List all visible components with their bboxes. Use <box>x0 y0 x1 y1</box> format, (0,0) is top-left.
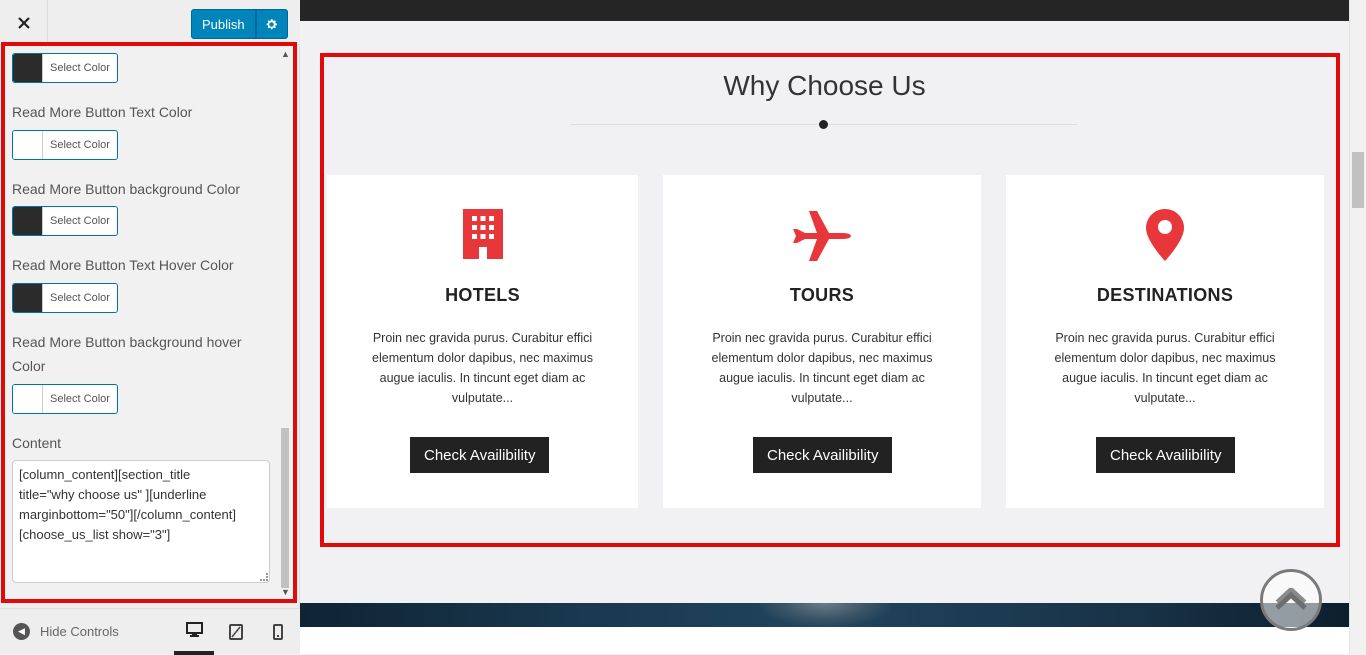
control-label: Read More Button background Color <box>12 181 241 197</box>
preview-desktop-button[interactable] <box>174 609 214 655</box>
hide-controls-button[interactable]: ◀ Hide Controls <box>13 623 119 640</box>
sidebar-scrollbar[interactable]: ▲ ▼ <box>279 46 291 599</box>
customizer-sidebar: Publish Select Color Read More Button Te… <box>0 0 300 655</box>
header-strip <box>300 0 1349 21</box>
sidebar-scrollbar-thumb[interactable] <box>281 428 289 588</box>
color-swatch <box>13 54 43 82</box>
background-photo-strip <box>300 603 1349 627</box>
page-scrollbar-thumb[interactable] <box>1352 152 1364 208</box>
page-scrollbar[interactable] <box>1349 0 1366 654</box>
preview-tablet-button[interactable] <box>216 609 256 655</box>
select-color-button[interactable]: Select Color <box>12 384 118 414</box>
scroll-down-icon[interactable]: ▼ <box>281 587 290 597</box>
publish-button[interactable]: Publish <box>191 9 256 39</box>
control-label: Read More Button Text Color <box>12 104 193 120</box>
select-color-button[interactable]: Select Color <box>12 53 118 83</box>
scroll-to-top-button[interactable] <box>1260 569 1322 631</box>
site-preview: Why Choose Us HOTELS Proin nec gravida p… <box>300 0 1349 654</box>
select-color-button[interactable]: Select Color <box>12 206 118 236</box>
color-swatch <box>13 207 43 235</box>
highlight-outline <box>320 53 1340 547</box>
publish-group: Publish <box>191 9 288 39</box>
close-icon <box>17 16 30 29</box>
control-label: Read More Button Text Hover Color <box>12 257 234 273</box>
scroll-up-icon[interactable]: ▲ <box>281 49 290 59</box>
tablet-icon <box>229 624 243 640</box>
footer-strip <box>300 627 1349 654</box>
color-swatch <box>13 131 43 159</box>
sidebar-header: Publish <box>0 0 300 45</box>
desktop-icon <box>185 622 203 637</box>
select-color-label: Select Color <box>50 292 110 304</box>
controls-panel: Select Color Read More Button Text Color… <box>1 42 297 603</box>
controls-scroll-area[interactable]: Select Color Read More Button Text Color… <box>5 46 281 599</box>
color-swatch <box>13 284 43 312</box>
preview-mobile-button[interactable] <box>258 609 298 655</box>
content-textarea[interactable]: [column_content][section_title title="wh… <box>12 460 270 583</box>
publish-settings-button[interactable] <box>255 9 288 39</box>
gear-icon <box>266 18 278 29</box>
collapse-arrow-icon: ◀ <box>13 623 30 640</box>
textarea-resize-handle[interactable] <box>260 573 268 581</box>
sidebar-footer: ◀ Hide Controls <box>0 608 300 655</box>
select-color-button[interactable]: Select Color <box>12 130 118 160</box>
select-color-label: Select Color <box>50 139 110 151</box>
close-button[interactable] <box>0 0 48 45</box>
chevron-up-icon <box>1275 588 1307 610</box>
select-color-label: Select Color <box>50 393 110 405</box>
hide-controls-label: Hide Controls <box>40 624 119 639</box>
color-swatch <box>13 385 43 413</box>
select-color-button[interactable]: Select Color <box>12 283 118 313</box>
control-label: Read More Button background hover Color <box>12 334 242 374</box>
select-color-label: Select Color <box>50 62 110 74</box>
select-color-label: Select Color <box>50 215 110 227</box>
mobile-icon <box>273 624 283 640</box>
content-label: Content <box>12 435 62 451</box>
